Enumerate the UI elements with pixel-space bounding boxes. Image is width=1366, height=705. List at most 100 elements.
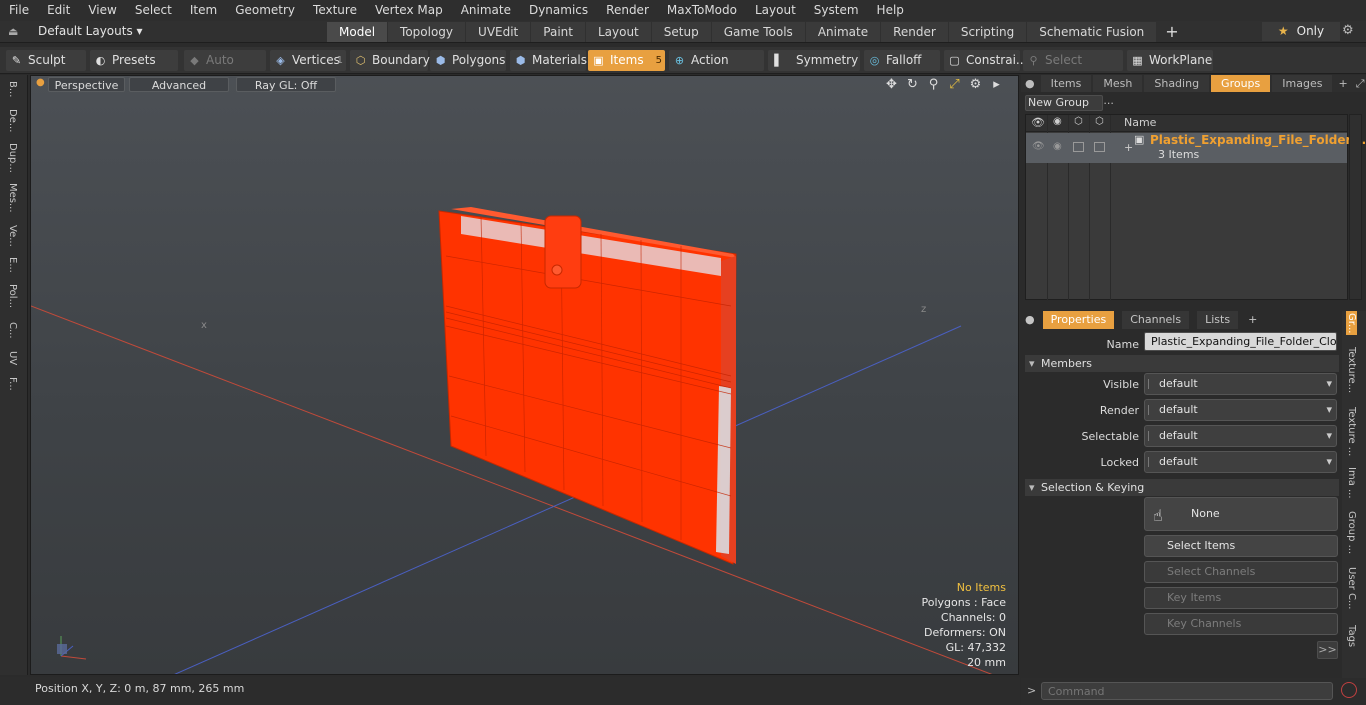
groups-scrollbar[interactable] (1349, 114, 1362, 300)
menu-layout[interactable]: Layout (746, 0, 805, 21)
default-layouts-dropdown[interactable]: Default Layouts ▾ (38, 24, 143, 38)
viewport-gear-icon[interactable]: ⚙ (968, 77, 983, 92)
tab-lists[interactable]: Lists (1197, 311, 1239, 329)
tab-animate[interactable]: Animate (805, 22, 881, 42)
menu-item[interactable]: Item (181, 0, 226, 21)
strip-tab-deform[interactable]: De... (7, 109, 18, 132)
more-button[interactable]: >> (1317, 641, 1338, 659)
lock-header-icon[interactable]: ⬡ (1074, 116, 1083, 127)
select-header-icon[interactable]: ⬡ (1095, 116, 1104, 127)
menu-maxtomodo[interactable]: MaxToModo (658, 0, 746, 21)
constraints-button[interactable]: ▢ Constrai... (944, 50, 1027, 71)
vtab-group-2[interactable]: Group ... (1346, 511, 1357, 554)
menu-geometry[interactable]: Geometry (226, 0, 304, 21)
raygl-toggle[interactable]: Ray GL: Off (236, 77, 336, 92)
workplane-button[interactable]: ▦ WorkPlane (1127, 50, 1213, 71)
only-toggle[interactable]: ★ Only (1262, 22, 1340, 41)
strip-tab-uv[interactable]: UV (7, 351, 18, 365)
row-visibility-icon[interactable]: 👁 (1032, 141, 1045, 152)
row-render-icon[interactable]: ◉ (1053, 141, 1062, 152)
sculpt-button[interactable]: ✎ Sculpt (6, 50, 86, 71)
tab-properties[interactable]: Properties (1042, 311, 1115, 329)
vtab-group[interactable]: Gr... (1346, 311, 1357, 336)
items-button[interactable]: ▣ Items 5 (588, 50, 665, 71)
row-lock-checkbox[interactable] (1073, 142, 1084, 152)
tab-scripting[interactable]: Scripting (948, 22, 1027, 42)
menu-help[interactable]: Help (868, 0, 913, 21)
tab-setup[interactable]: Setup (651, 22, 711, 42)
expand-group-icon[interactable]: + (1124, 141, 1133, 154)
move-view-icon[interactable]: ✥ (884, 77, 899, 92)
vertices-button[interactable]: ◈ Vertices 1 (270, 50, 346, 71)
strip-tab-polygon[interactable]: Pol... (7, 284, 18, 308)
visible-dropdown[interactable]: default (1144, 373, 1337, 395)
tab-images[interactable]: Images (1272, 75, 1333, 92)
tab-layout[interactable]: Layout (585, 22, 651, 42)
select-items-button[interactable]: Select Items (1144, 535, 1338, 557)
tab-channels[interactable]: Channels (1122, 311, 1190, 329)
group-row[interactable]: 👁 ◉ + ▣ Plastic_Expanding_File_Folder_ .… (1026, 133, 1366, 163)
menu-render[interactable]: Render (597, 0, 658, 21)
panel-options-icon[interactable]: ● (1021, 75, 1039, 92)
tab-model[interactable]: Model (327, 22, 388, 42)
render-dropdown[interactable]: default (1144, 399, 1337, 421)
key-channels-button[interactable]: Key Channels (1144, 613, 1338, 635)
tab-topology[interactable]: Topology (388, 22, 466, 42)
panel-expand-icon[interactable]: ⤢ (1354, 75, 1366, 92)
tab-game-tools[interactable]: Game Tools (711, 22, 805, 42)
3d-viewport[interactable]: x z ● Perspective Advanced Ray GL: Off ✥… (30, 75, 1019, 675)
polygons-button[interactable]: ⬢ Polygons (430, 50, 506, 71)
row-select-checkbox[interactable] (1094, 142, 1105, 152)
tab-items[interactable]: Items (1040, 75, 1092, 92)
falloff-button[interactable]: ◎ Falloff (864, 50, 940, 71)
command-input[interactable] (1041, 682, 1333, 700)
render-header-icon[interactable]: ◉ (1053, 116, 1062, 127)
vtab-texture-2[interactable]: Texture ... (1346, 407, 1357, 456)
strip-tab-duplicate[interactable]: Dup... (7, 143, 18, 173)
boundary-button[interactable]: ⬡ Boundary (350, 50, 430, 71)
strip-tab-fusion[interactable]: F... (7, 377, 18, 391)
vtab-texture-1[interactable]: Texture... (1346, 347, 1357, 393)
select-channels-button[interactable]: Select Channels (1144, 561, 1338, 583)
menu-vertex-map[interactable]: Vertex Map (366, 0, 452, 21)
materials-button[interactable]: ⬢ Materials (510, 50, 587, 71)
none-button[interactable]: ☝ None (1144, 497, 1338, 531)
menu-dynamics[interactable]: Dynamics (520, 0, 597, 21)
tab-paint[interactable]: Paint (531, 22, 585, 42)
name-field[interactable]: Plastic_Expanding_File_Folder_Closed (1144, 332, 1337, 351)
tab-render[interactable]: Render (881, 22, 948, 42)
selection-keying-section[interactable]: Selection & Keying (1025, 479, 1339, 496)
strip-tab-edge[interactable]: E... (7, 257, 18, 273)
selectable-dropdown[interactable]: default (1144, 425, 1337, 447)
record-icon[interactable] (1341, 682, 1357, 698)
menu-view[interactable]: View (79, 0, 125, 21)
gear-icon[interactable]: ⚙ (1342, 23, 1354, 38)
viewport-options-icon[interactable]: ● (36, 77, 45, 88)
select-through-button[interactable]: ⚲Select Through (1023, 50, 1123, 88)
viewport-expand-icon[interactable]: ▸ (989, 77, 1004, 92)
strip-tab-curve[interactable]: C... (7, 322, 18, 339)
rotate-view-icon[interactable]: ↻ (905, 77, 920, 92)
tab-shading[interactable]: Shading (1144, 75, 1210, 92)
layout-home-icon[interactable]: ⏏ (8, 25, 22, 39)
vtab-image[interactable]: Ima ... (1346, 467, 1357, 499)
strip-tab-basic[interactable]: B... (7, 81, 18, 97)
tab-schematic-fusion[interactable]: Schematic Fusion (1027, 22, 1157, 42)
add-tab-icon[interactable]: + (1157, 22, 1186, 42)
members-section[interactable]: Members (1025, 355, 1339, 372)
menu-edit[interactable]: Edit (38, 0, 79, 21)
add-props-tab-icon[interactable]: + (1246, 311, 1259, 329)
strip-tab-vertex[interactable]: Ve... (7, 225, 18, 247)
perspective-dropdown[interactable]: Perspective (48, 77, 125, 92)
strip-tab-mesh[interactable]: Mes... (7, 183, 18, 213)
visibility-header-icon[interactable]: 👁 (1031, 116, 1045, 129)
menu-file[interactable]: File (0, 0, 38, 21)
action-center-button[interactable]: ⊕Action Center (669, 50, 764, 88)
add-panel-tab-icon[interactable]: + (1334, 75, 1351, 92)
zoom-view-icon[interactable]: ⚲ (926, 77, 941, 92)
fit-view-icon[interactable]: ⤢ (947, 77, 962, 92)
presets-button[interactable]: ◐ Presets (90, 50, 178, 71)
auto-select-button[interactable]: ◆Auto Select (184, 50, 266, 88)
menu-system[interactable]: System (805, 0, 868, 21)
key-items-button[interactable]: Key Items (1144, 587, 1338, 609)
